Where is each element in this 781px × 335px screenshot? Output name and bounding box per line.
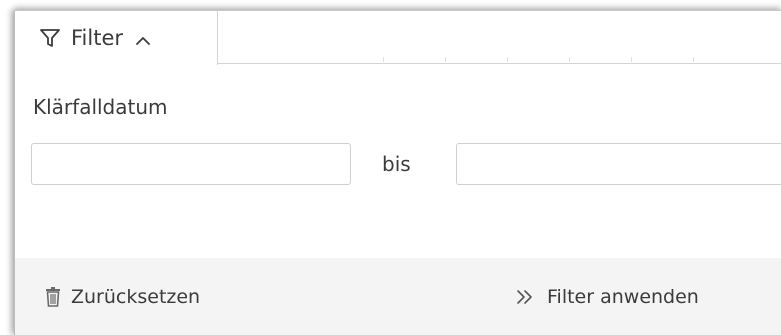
- filter-footer: Zurücksetzen Filter anwenden: [15, 258, 781, 335]
- tab-filter[interactable]: Filter: [15, 11, 218, 65]
- tab-filter-label: Filter: [71, 26, 124, 50]
- tab-strip-divider: [217, 63, 781, 64]
- date-to-input[interactable]: [456, 143, 781, 185]
- reset-button-label: Zurücksetzen: [71, 286, 201, 308]
- reset-button[interactable]: Zurücksetzen: [45, 278, 200, 316]
- trash-icon: [45, 287, 61, 307]
- tab-strip: Filter: [15, 11, 781, 65]
- apply-filter-button[interactable]: Filter anwenden: [515, 278, 699, 316]
- filter-icon: [39, 27, 61, 49]
- chevron-up-icon[interactable]: [135, 32, 151, 45]
- double-chevron-right-icon: [515, 289, 535, 305]
- filter-panel: Filter Klärfalldatum bis Zurücksetzen Fi…: [14, 10, 781, 335]
- date-range-separator: bis: [382, 152, 411, 176]
- apply-filter-label: Filter anwenden: [547, 286, 699, 308]
- tab-strip-divider-dots: [345, 57, 752, 62]
- date-filter-label: Klärfalldatum: [33, 95, 168, 119]
- date-from-input[interactable]: [31, 143, 351, 185]
